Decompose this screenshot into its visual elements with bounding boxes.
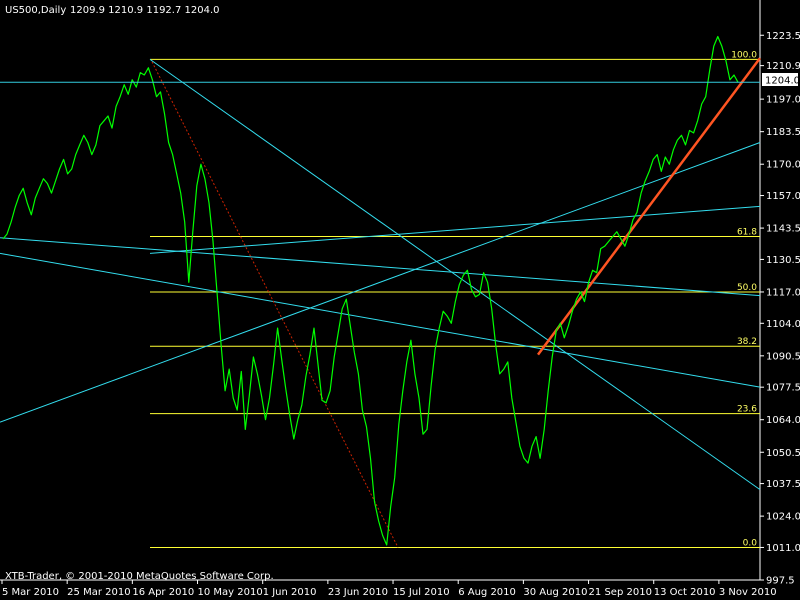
- x-tick-label: 1 Jun 2010: [263, 587, 317, 598]
- y-tick-label: 1090.5: [766, 351, 800, 362]
- y-tick-label: 1143.5: [766, 224, 800, 235]
- y-tick-label: 1064.0: [766, 415, 800, 426]
- y-tick-label: 1183.5: [766, 127, 800, 138]
- y-tick-label: 1104.0: [766, 319, 800, 330]
- y-tick-label: 1024.0: [766, 512, 800, 523]
- x-tick-label: 21 Sep 2010: [589, 587, 652, 598]
- y-tick-label: 1077.5: [766, 383, 800, 394]
- ohlc-label: 1209.9 1210.9 1192.7 1204.0: [70, 5, 220, 16]
- y-tick-label: 1050.5: [766, 448, 800, 459]
- fib-level-label: 100.0: [731, 50, 757, 60]
- y-tick-label: 1223.5: [766, 31, 800, 42]
- price-chart[interactable]: 100.0 61.8 50.0 38.2 23.6 0.0 1223.5 1210.9 119…: [0, 0, 800, 600]
- y-tick-label: 997.5: [766, 576, 795, 587]
- x-tick-label: 25 Mar 2010: [67, 587, 130, 598]
- fib-level-label: 50.0: [737, 283, 757, 293]
- y-tick-label: 1210.9: [766, 61, 800, 72]
- chart-background: [0, 0, 800, 600]
- y-tick-label: 1011.0: [766, 543, 800, 554]
- x-tick-label: 6 Aug 2010: [458, 587, 516, 598]
- x-tick-label: 13 Oct 2010: [654, 587, 716, 598]
- symbol-label: US500,Daily: [5, 5, 66, 16]
- x-tick-label: 5 Mar 2010: [2, 587, 59, 598]
- fib-level-label: 0.0: [743, 538, 758, 548]
- x-tick-label: 16 Apr 2010: [132, 587, 194, 598]
- fib-level-label: 61.8: [737, 228, 757, 238]
- x-tick-label: 15 Jul 2010: [393, 587, 450, 598]
- current-price-label: 1204.0: [765, 76, 800, 87]
- x-tick-label: 23 Jun 2010: [328, 587, 388, 598]
- fib-level-label: 38.2: [737, 337, 757, 347]
- y-tick-label: 1037.5: [766, 479, 800, 490]
- x-tick-label: 3 Nov 2010: [719, 587, 777, 598]
- fib-level-label: 23.6: [737, 405, 757, 415]
- y-tick-label: 1170.0: [766, 160, 800, 171]
- y-tick-label: 1157.0: [766, 191, 800, 202]
- x-tick-label: 30 Aug 2010: [523, 587, 587, 598]
- copyright-label: XTB-Trader, © 2001-2010 MetaQuotes Softw…: [5, 571, 274, 582]
- y-tick-label: 1130.5: [766, 255, 800, 266]
- y-tick-label: 1117.0: [766, 287, 800, 298]
- y-tick-label: 1197.0: [766, 95, 800, 106]
- x-tick-label: 10 May 2010: [198, 587, 263, 598]
- current-price-marker: 1204.0: [762, 73, 800, 87]
